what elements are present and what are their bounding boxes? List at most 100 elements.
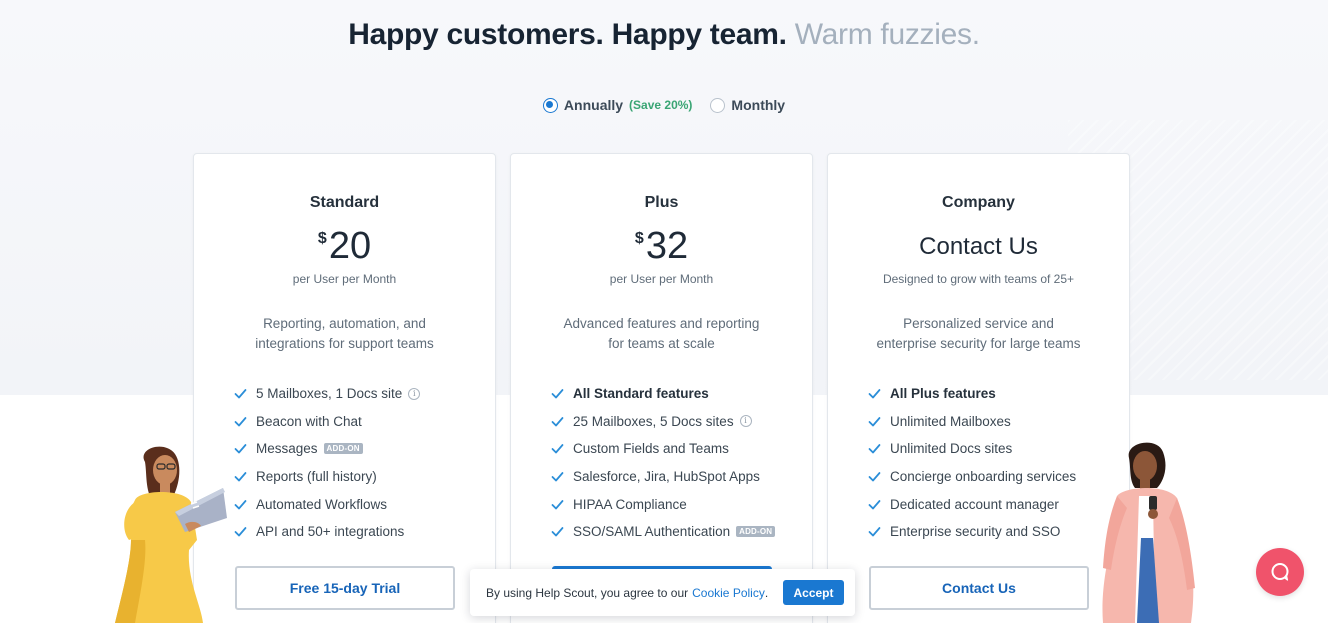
woman-with-laptop-illustration (115, 446, 227, 623)
currency-symbol: $ (317, 230, 327, 247)
free-trial-button[interactable]: Free 15-day Trial (235, 566, 455, 610)
check-icon (868, 472, 881, 482)
feature-label: API and 50+ integrations (256, 524, 405, 540)
plan-description-line: Personalized service and (903, 316, 1054, 331)
monthly-radio[interactable] (710, 97, 726, 113)
billing-option-annually[interactable]: Annually (Save 20%) (542, 97, 693, 113)
feature-label: Unlimited Mailboxes (890, 413, 1011, 429)
feature-item: 5 Mailboxes, 1 Docs site i (234, 380, 495, 408)
plan-name: Standard (309, 194, 380, 211)
plan-description-line: integrations for support teams (255, 336, 434, 351)
feature-label: 5 Mailboxes, 1 Docs site (256, 386, 403, 402)
billing-option-monthly[interactable]: Monthly (710, 97, 785, 113)
plan-name: Plus (644, 194, 679, 211)
feature-item: 25 Mailboxes, 5 Docs sites i (551, 408, 812, 436)
feature-label: Unlimited Docs sites (890, 441, 1013, 457)
feature-label: Custom Fields and Teams (573, 441, 729, 457)
plan-price: $ 20 (194, 226, 495, 266)
woman-in-coat-illustration (1102, 442, 1195, 623)
feature-item: HIPAA Compliance (551, 490, 812, 518)
plan-description-line: Advanced features and reporting (563, 316, 760, 331)
feature-item: All Standard features (551, 380, 812, 408)
cookie-period: . (764, 585, 769, 600)
check-icon (234, 472, 247, 482)
feature-label: All Plus features (890, 386, 996, 402)
feature-list: 5 Mailboxes, 1 Docs site i Beacon with C… (234, 380, 495, 546)
feature-item: Concierge onboarding services (868, 463, 1129, 491)
feature-label: 25 Mailboxes, 5 Docs sites (573, 413, 734, 429)
plan-card-standard: Standard $ 20 per User per Month Reporti… (193, 153, 496, 623)
page-headline: Happy customers. Happy team. Warm fuzzie… (0, 18, 1328, 52)
feature-item: All Plus features (868, 380, 1129, 408)
plan-description-line: for teams at scale (608, 336, 715, 351)
plan-description-line: enterprise security for large teams (876, 336, 1081, 351)
addon-badge: ADD-ON (323, 443, 363, 455)
info-icon[interactable]: i (408, 387, 421, 400)
check-icon (234, 499, 247, 510)
check-icon (234, 527, 247, 537)
check-icon (868, 389, 881, 399)
feature-item: API and 50+ integrations (234, 518, 495, 546)
feature-list: All Standard features 25 Mailboxes, 5 Do… (551, 380, 812, 546)
plan-description: Advanced features and reporting for team… (557, 314, 767, 354)
feature-label: Concierge onboarding services (890, 469, 1077, 485)
check-icon (551, 527, 564, 537)
help-beacon-button[interactable] (1256, 548, 1304, 596)
price-period: per User per Month (609, 272, 714, 286)
price-amount: 32 (645, 225, 689, 267)
feature-item: Dedicated account manager (868, 490, 1129, 518)
feature-item: Unlimited Docs sites (868, 435, 1129, 463)
feature-list: All Plus features Unlimited Mailboxes Un… (868, 380, 1129, 546)
annually-label: Annually (563, 97, 624, 113)
contact-us-heading: Contact Us (919, 233, 1038, 260)
accept-cookies-button[interactable]: Accept (783, 580, 844, 605)
plan-price: $ 32 (511, 226, 812, 266)
check-icon (868, 527, 881, 537)
check-icon (551, 499, 564, 510)
feature-label: SSO/SAML Authentication (573, 524, 731, 540)
addon-badge: ADD-ON (736, 526, 776, 538)
headline-muted: Warm fuzzies. (794, 18, 980, 51)
feature-label: Salesforce, Jira, HubSpot Apps (573, 469, 760, 485)
plan-price: Contact Us (828, 226, 1129, 266)
feature-item: Messages ADD-ON (234, 435, 495, 463)
feature-label: Reports (full history) (256, 469, 377, 485)
annually-radio[interactable] (542, 97, 558, 113)
check-icon (868, 499, 881, 510)
feature-label: All Standard features (573, 386, 709, 402)
plan-card-company: Company Contact Us Designed to grow with… (827, 153, 1130, 623)
feature-item: Custom Fields and Teams (551, 435, 812, 463)
check-icon (234, 444, 247, 454)
check-icon (551, 416, 564, 427)
cookie-policy-link[interactable]: Cookie Policy (692, 586, 765, 600)
currency-symbol: $ (634, 230, 644, 247)
price-period: Designed to grow with teams of 25+ (882, 272, 1075, 286)
feature-label: HIPAA Compliance (573, 496, 687, 512)
feature-label: Dedicated account manager (890, 496, 1059, 512)
feature-label: Enterprise security and SSO (890, 524, 1061, 540)
feature-item: Reports (full history) (234, 463, 495, 491)
feature-item: Salesforce, Jira, HubSpot Apps (551, 463, 812, 491)
feature-label: Beacon with Chat (256, 413, 362, 429)
feature-label: Messages (256, 441, 318, 457)
cookie-text: By using Help Scout, you agree to our (486, 585, 689, 600)
feature-item: Enterprise security and SSO (868, 518, 1129, 546)
check-icon (551, 389, 564, 399)
save-note: (Save 20%) (629, 98, 693, 112)
headline-main: Happy customers. Happy team. (348, 18, 787, 51)
price-period: per User per Month (292, 272, 397, 286)
price-amount: 20 (328, 225, 372, 267)
feature-item: Unlimited Mailboxes (868, 408, 1129, 436)
plan-description: Reporting, automation, and integrations … (240, 314, 450, 354)
check-icon (868, 416, 881, 427)
cookie-banner: By using Help Scout, you agree to our Co… (470, 569, 855, 616)
plan-description: Personalized service and enterprise secu… (859, 314, 1099, 354)
plan-description-line: Reporting, automation, and (263, 316, 426, 331)
chat-bubble-icon (1271, 563, 1289, 581)
check-icon (551, 444, 564, 454)
check-icon (234, 416, 247, 427)
contact-us-button[interactable]: Contact Us (869, 566, 1089, 610)
info-icon[interactable]: i (739, 415, 752, 428)
feature-item: SSO/SAML Authentication ADD-ON (551, 518, 812, 546)
billing-toggle: Annually (Save 20%) Monthly (0, 97, 1328, 113)
